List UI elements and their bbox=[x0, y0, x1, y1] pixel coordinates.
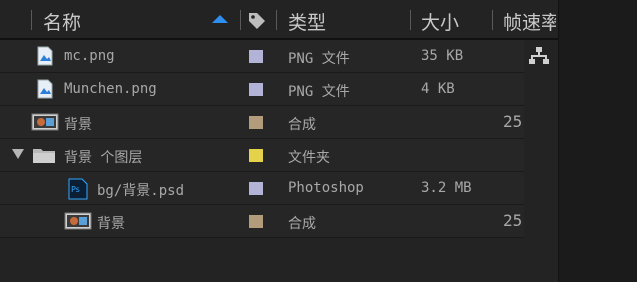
column-separator[interactable] bbox=[410, 10, 411, 30]
label-color-swatch[interactable] bbox=[249, 50, 263, 63]
item-type: 文件夹 bbox=[288, 150, 330, 166]
flowchart-icon[interactable] bbox=[528, 46, 550, 70]
item-framerate: 25 bbox=[503, 112, 523, 131]
column-header: 名称 类型 大小 帧速率 bbox=[0, 0, 558, 40]
item-type: 合成 bbox=[288, 216, 316, 232]
column-separator[interactable] bbox=[240, 10, 241, 30]
item-name: 背景 bbox=[64, 117, 92, 133]
composition-icon bbox=[64, 211, 92, 235]
label-color-swatch[interactable] bbox=[249, 182, 263, 195]
label-color-swatch[interactable] bbox=[249, 149, 263, 162]
project-panel: 名称 类型 大小 帧速率 mc.png PNG 文件 35 KB Munchen… bbox=[0, 0, 558, 282]
folder-icon bbox=[32, 145, 56, 169]
item-framerate: 25 bbox=[503, 211, 523, 230]
item-name: Munchen.png bbox=[64, 81, 157, 97]
item-type: 合成 bbox=[288, 117, 316, 133]
column-framerate-header[interactable]: 帧速率 bbox=[503, 8, 556, 35]
column-separator[interactable] bbox=[276, 10, 277, 30]
item-name: 背景 个图层 bbox=[64, 150, 143, 166]
project-item-row[interactable]: Munchen.png PNG 文件 4 KB bbox=[0, 73, 524, 106]
sort-ascending-icon[interactable] bbox=[212, 15, 228, 23]
right-panel-edge bbox=[558, 0, 637, 282]
column-separator[interactable] bbox=[31, 10, 32, 30]
label-color-swatch[interactable] bbox=[249, 83, 263, 96]
column-name-header[interactable]: 名称 bbox=[43, 8, 81, 35]
column-separator[interactable] bbox=[492, 10, 493, 30]
disclosure-triangle-icon[interactable] bbox=[12, 149, 24, 159]
label-tag-icon[interactable] bbox=[247, 11, 267, 35]
column-type-header[interactable]: 类型 bbox=[288, 8, 326, 35]
label-color-swatch[interactable] bbox=[249, 215, 263, 228]
project-item-row[interactable]: 背景 合成 25 bbox=[0, 205, 524, 238]
item-type: PNG 文件 bbox=[288, 51, 350, 67]
item-size: 3.2 MB bbox=[421, 180, 472, 196]
item-name: 背景 bbox=[97, 216, 125, 232]
photoshop-file-icon: Ps bbox=[68, 178, 88, 204]
item-name: bg/背景.psd bbox=[97, 183, 185, 199]
project-item-row[interactable]: Ps bg/背景.psd Photoshop 3.2 MB bbox=[0, 172, 524, 205]
project-item-row[interactable]: mc.png PNG 文件 35 KB bbox=[0, 40, 524, 73]
item-size: 35 KB bbox=[421, 48, 464, 64]
item-type: Photoshop bbox=[288, 180, 364, 196]
png-file-icon bbox=[37, 46, 53, 70]
item-type: PNG 文件 bbox=[288, 84, 350, 100]
item-name: mc.png bbox=[64, 48, 115, 64]
column-size-header[interactable]: 大小 bbox=[421, 8, 459, 35]
item-size: 4 KB bbox=[421, 81, 455, 97]
svg-text:Ps: Ps bbox=[71, 185, 80, 194]
project-item-row[interactable]: 背景 个图层 文件夹 bbox=[0, 139, 524, 172]
project-item-row[interactable]: 背景 合成 25 bbox=[0, 106, 524, 139]
project-item-list: mc.png PNG 文件 35 KB Munchen.png PNG 文件 4… bbox=[0, 40, 524, 238]
composition-icon bbox=[31, 112, 59, 136]
png-file-icon bbox=[37, 79, 53, 103]
label-color-swatch[interactable] bbox=[249, 116, 263, 129]
